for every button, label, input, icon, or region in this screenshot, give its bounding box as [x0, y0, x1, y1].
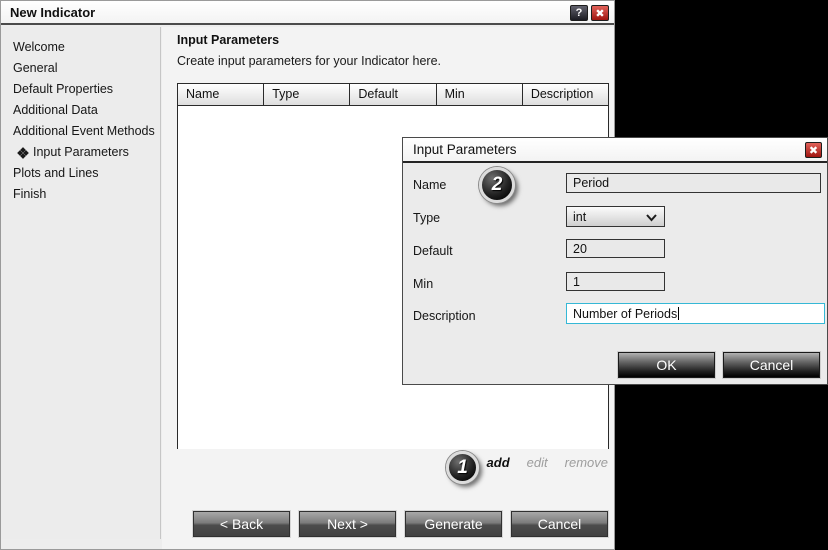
description-label: Description — [413, 309, 476, 323]
add-link[interactable]: add — [487, 455, 510, 470]
table-header-row: Name Type Default Min Description — [178, 84, 608, 106]
ok-button[interactable]: OK — [618, 352, 715, 378]
default-input[interactable]: 20 — [566, 239, 665, 258]
callout-step-2: 2 — [479, 167, 515, 203]
sidebar-item-plots-and-lines[interactable]: Plots and Lines — [1, 163, 160, 184]
back-button[interactable]: < Back — [193, 511, 290, 537]
chevron-down-icon — [646, 214, 657, 222]
column-header-min[interactable]: Min — [437, 84, 523, 105]
min-input[interactable]: 1 — [566, 272, 665, 291]
generate-button[interactable]: Generate — [405, 511, 502, 537]
dialog-cancel-button[interactable]: Cancel — [723, 352, 820, 378]
next-button[interactable]: Next > — [299, 511, 396, 537]
window-titlebar[interactable]: New Indicator ? ✖ — [1, 1, 614, 25]
name-input[interactable]: Period — [566, 173, 821, 193]
sidebar-item-additional-event-methods[interactable]: Additional Event Methods — [1, 121, 160, 142]
quad-diamond-icon — [17, 146, 29, 159]
sidebar-item-additional-data[interactable]: Additional Data — [1, 100, 160, 121]
default-label: Default — [413, 244, 453, 258]
column-header-default[interactable]: Default — [350, 84, 437, 105]
type-select[interactable]: int — [566, 206, 665, 227]
callout-step-1: 1 — [446, 451, 479, 484]
column-header-description[interactable]: Description — [523, 84, 608, 105]
dialog-close-icon[interactable]: ✖ — [805, 142, 822, 158]
min-label: Min — [413, 277, 434, 291]
help-button[interactable]: ? — [570, 5, 588, 21]
input-parameters-dialog: Input Parameters ✖ Name Type Default Min… — [402, 137, 828, 385]
description-input[interactable]: Number of Periods — [566, 303, 825, 324]
close-icon[interactable]: ✖ — [591, 5, 609, 21]
dialog-title: Input Parameters — [413, 142, 517, 157]
remove-link[interactable]: remove — [565, 455, 608, 470]
window-title: New Indicator — [10, 4, 96, 20]
sidebar-item-finish[interactable]: Finish — [1, 184, 160, 205]
dialog-titlebar[interactable]: Input Parameters ✖ — [403, 138, 827, 163]
wizard-sidebar: Welcome General Default Properties Addit… — [1, 27, 161, 539]
sidebar-item-input-parameters[interactable]: Input Parameters — [1, 142, 160, 163]
name-label: Name — [413, 178, 447, 192]
type-label: Type — [413, 211, 441, 225]
sidebar-item-welcome[interactable]: Welcome — [1, 37, 160, 58]
page-description: Create input parameters for your Indicat… — [177, 54, 442, 68]
column-header-type[interactable]: Type — [264, 84, 351, 105]
column-header-name[interactable]: Name — [178, 84, 265, 105]
sidebar-item-general[interactable]: General — [1, 58, 160, 79]
edit-link[interactable]: edit — [527, 455, 548, 470]
cancel-button[interactable]: Cancel — [511, 511, 608, 537]
sidebar-item-default-properties[interactable]: Default Properties — [1, 79, 160, 100]
page-title: Input Parameters — [177, 33, 280, 47]
text-cursor — [678, 307, 680, 320]
